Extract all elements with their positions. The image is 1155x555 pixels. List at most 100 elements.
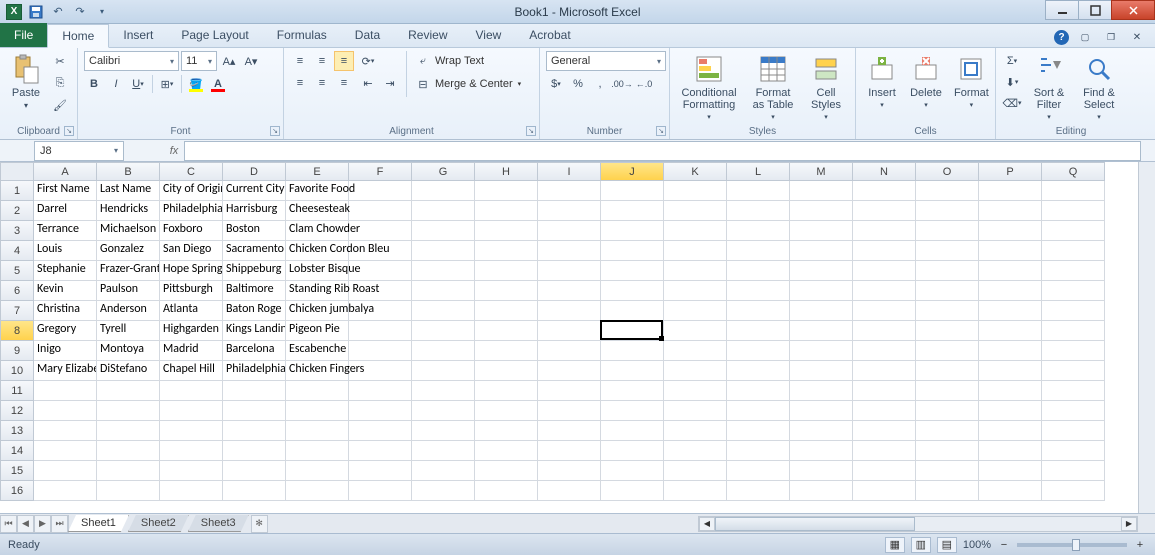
cell[interactable] — [160, 401, 223, 421]
cell[interactable] — [412, 341, 475, 361]
orientation-button[interactable]: ⟳▾ — [358, 51, 378, 71]
cell[interactable] — [34, 381, 97, 401]
cell[interactable] — [790, 341, 853, 361]
cell[interactable] — [412, 221, 475, 241]
cell[interactable] — [979, 301, 1042, 321]
cell[interactable]: Atlanta — [160, 301, 223, 321]
cell[interactable]: DiStefano — [97, 361, 160, 381]
cell[interactable] — [601, 381, 664, 401]
delete-cells-button[interactable]: Delete▾ — [906, 51, 946, 111]
cell[interactable] — [160, 481, 223, 501]
cell[interactable] — [664, 381, 727, 401]
cell[interactable] — [412, 181, 475, 201]
cell[interactable] — [601, 201, 664, 221]
cell[interactable] — [916, 181, 979, 201]
tab-data[interactable]: Data — [341, 23, 394, 47]
cell[interactable] — [412, 301, 475, 321]
tab-review[interactable]: Review — [394, 23, 461, 47]
cell[interactable] — [727, 361, 790, 381]
cell[interactable] — [475, 341, 538, 361]
cell[interactable] — [475, 281, 538, 301]
cell[interactable] — [790, 361, 853, 381]
cell[interactable] — [727, 381, 790, 401]
cell[interactable] — [853, 301, 916, 321]
cell[interactable] — [853, 421, 916, 441]
cell[interactable]: Chicken Cordon Bleu — [286, 241, 349, 261]
cell[interactable]: Michaelson — [97, 221, 160, 241]
cell[interactable] — [1042, 461, 1105, 481]
cell[interactable] — [601, 321, 664, 341]
cell[interactable]: Chapel Hill — [160, 361, 223, 381]
cell[interactable] — [853, 341, 916, 361]
cell[interactable]: Clam Chowder — [286, 221, 349, 241]
cell[interactable] — [538, 441, 601, 461]
comma-button[interactable]: , — [590, 74, 610, 94]
paste-button[interactable]: Paste ▾ — [6, 51, 46, 112]
minimize-button[interactable] — [1045, 0, 1079, 20]
cell[interactable] — [853, 221, 916, 241]
cell[interactable] — [916, 321, 979, 341]
cell[interactable]: Anderson — [97, 301, 160, 321]
formula-input[interactable] — [184, 141, 1141, 161]
cell[interactable] — [853, 241, 916, 261]
column-header[interactable]: L — [727, 162, 790, 181]
cell[interactable] — [790, 181, 853, 201]
tab-acrobat[interactable]: Acrobat — [515, 23, 584, 47]
cell[interactable] — [475, 301, 538, 321]
cell[interactable] — [1042, 381, 1105, 401]
cell[interactable] — [160, 421, 223, 441]
cell[interactable] — [601, 461, 664, 481]
cell[interactable] — [664, 221, 727, 241]
cell[interactable]: Barcelona — [223, 341, 286, 361]
column-header[interactable]: K — [664, 162, 727, 181]
row-header[interactable]: 5 — [0, 261, 34, 281]
column-header[interactable]: O — [916, 162, 979, 181]
cell[interactable] — [916, 341, 979, 361]
cell[interactable] — [601, 181, 664, 201]
cell[interactable]: Christina — [34, 301, 97, 321]
cell[interactable] — [664, 441, 727, 461]
cell[interactable] — [979, 441, 1042, 461]
cell[interactable]: Standing Rib Roast — [286, 281, 349, 301]
cell[interactable]: San Diego — [160, 241, 223, 261]
minimize-ribbon-icon[interactable]: ▢ — [1075, 27, 1095, 47]
cell[interactable]: Pigeon Pie — [286, 321, 349, 341]
decrease-decimal-icon[interactable]: ←.0 — [634, 74, 654, 94]
cell[interactable] — [538, 401, 601, 421]
cell[interactable] — [790, 241, 853, 261]
save-button[interactable] — [28, 4, 44, 20]
column-header[interactable]: A — [34, 162, 97, 181]
cell[interactable] — [664, 341, 727, 361]
row-header[interactable]: 15 — [0, 461, 34, 481]
cell[interactable] — [664, 461, 727, 481]
cell[interactable] — [1042, 301, 1105, 321]
cell[interactable] — [1042, 281, 1105, 301]
row-header[interactable]: 16 — [0, 481, 34, 501]
cell[interactable] — [979, 361, 1042, 381]
cell[interactable] — [979, 381, 1042, 401]
tab-view[interactable]: View — [462, 23, 516, 47]
fill-color-button[interactable]: 🪣 — [186, 74, 206, 94]
cell[interactable] — [601, 301, 664, 321]
cell[interactable] — [853, 261, 916, 281]
cell[interactable] — [412, 441, 475, 461]
cell[interactable]: Foxboro — [160, 221, 223, 241]
cell[interactable] — [1042, 421, 1105, 441]
cell[interactable] — [601, 441, 664, 461]
new-sheet-button[interactable]: ✻ — [251, 515, 268, 533]
cell[interactable]: Chicken jumbalya — [286, 301, 349, 321]
cell[interactable] — [664, 421, 727, 441]
cell[interactable] — [475, 181, 538, 201]
cell[interactable] — [160, 461, 223, 481]
column-header[interactable]: M — [790, 162, 853, 181]
row-header[interactable]: 12 — [0, 401, 34, 421]
conditional-formatting-button[interactable]: Conditional Formatting▾ — [676, 51, 742, 123]
cell[interactable] — [286, 481, 349, 501]
bold-button[interactable]: B — [84, 74, 104, 94]
cell[interactable] — [601, 401, 664, 421]
cell[interactable]: Boston — [223, 221, 286, 241]
cell[interactable] — [979, 261, 1042, 281]
cell[interactable] — [979, 341, 1042, 361]
cell[interactable] — [664, 201, 727, 221]
column-header[interactable]: P — [979, 162, 1042, 181]
